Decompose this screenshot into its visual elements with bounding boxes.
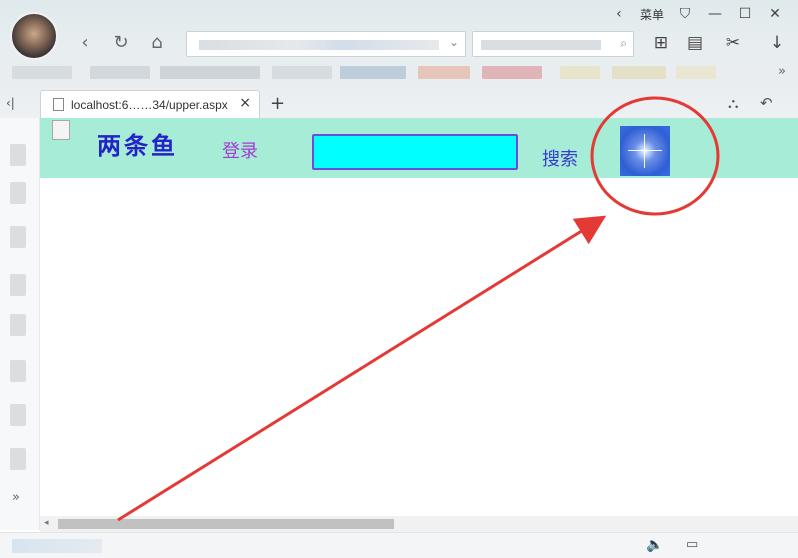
sidebar-item[interactable] [10, 274, 26, 296]
browser-sidebar: » [0, 118, 40, 530]
status-bar: 🔈 ▭ [0, 532, 798, 558]
window-controls: ‹ 菜单 ⛉ — ☐ ✕ [604, 4, 790, 24]
bookmark-item[interactable] [272, 66, 332, 79]
sidebar-item[interactable] [10, 314, 26, 336]
bookmark-item[interactable] [418, 66, 470, 79]
home-icon[interactable]: ⌂ [146, 32, 168, 54]
page-viewport: 两条鱼 登录 搜索 [40, 118, 798, 516]
scrollbar-thumb[interactable] [58, 519, 394, 529]
collapse-sidebar-icon[interactable]: ‹| [6, 96, 15, 110]
status-text-blurred [12, 539, 102, 553]
bookmark-item[interactable] [160, 66, 260, 79]
search-icon[interactable]: ⌕ [620, 36, 627, 51]
tab-active[interactable]: localhost:6……34/upper.aspx × [40, 90, 260, 118]
sparkle-icon [628, 150, 662, 151]
expand-sidebar-icon[interactable]: » [12, 490, 20, 505]
bookmarks-bar: » [0, 62, 798, 84]
sidebar-item[interactable] [10, 448, 26, 470]
address-bar[interactable]: ⌄ [186, 31, 466, 57]
browser-search-bar[interactable]: ⌕ [472, 31, 634, 57]
bookmark-item[interactable] [12, 66, 72, 79]
sidebar-item[interactable] [10, 360, 26, 382]
skin-icon[interactable]: ⛉ [670, 6, 700, 22]
minimize-button[interactable]: — [700, 6, 730, 22]
sidebar-item[interactable] [10, 182, 26, 204]
download-icon[interactable]: ↓ [766, 32, 788, 54]
volume-icon[interactable]: 🔈 [646, 537, 663, 553]
sidebar-item[interactable] [10, 226, 26, 248]
window-icon[interactable]: ▭ [686, 537, 698, 552]
broken-image-icon [52, 120, 70, 140]
menu-button[interactable]: 菜单 [634, 6, 670, 23]
close-button[interactable]: ✕ [760, 6, 790, 22]
bookmark-item[interactable] [676, 66, 716, 79]
back-icon[interactable]: ‹ [74, 32, 96, 54]
maximize-button[interactable]: ☐ [730, 6, 760, 22]
bookmark-item[interactable] [612, 66, 666, 79]
site-header: 两条鱼 登录 搜索 [40, 118, 798, 178]
site-title: 两条鱼 [97, 131, 178, 160]
bookmark-item[interactable] [560, 66, 600, 79]
bookmark-item[interactable] [90, 66, 150, 79]
login-link[interactable]: 登录 [222, 137, 258, 163]
chevron-down-icon[interactable]: ⌄ [449, 35, 459, 49]
search-image-button[interactable] [620, 126, 670, 176]
search-label: 搜索 [542, 149, 578, 170]
bookmark-item[interactable] [482, 66, 542, 79]
scroll-left-arrow[interactable]: ◂ [44, 518, 49, 528]
cut-icon[interactable]: ✂ [722, 32, 744, 54]
tab-label: localhost:6……34/upper.aspx [71, 98, 228, 112]
undo-icon[interactable]: ↶ [760, 94, 773, 112]
refresh-icon[interactable]: ↻ [110, 32, 132, 54]
horizontal-scrollbar[interactable]: ◂ [40, 516, 798, 532]
clean-icon[interactable]: ⛬ [728, 94, 739, 112]
user-avatar[interactable] [10, 12, 58, 60]
new-tab-icon[interactable]: + [270, 93, 285, 114]
bookmark-item[interactable] [340, 66, 406, 79]
sidebar-item[interactable] [10, 144, 26, 166]
more-bookmarks-icon[interactable]: » [778, 64, 786, 79]
tab-close-icon[interactable]: × [239, 95, 251, 111]
sparkle-icon [644, 134, 645, 168]
apps-icon[interactable]: ⊞ [650, 32, 672, 54]
sidebar-item[interactable] [10, 404, 26, 426]
search-text-blurred [481, 40, 601, 50]
reader-icon[interactable]: ▤ [684, 32, 706, 54]
search-input[interactable] [312, 134, 518, 170]
chevron-left-icon[interactable]: ‹ [604, 6, 634, 22]
address-text-blurred [199, 40, 439, 50]
tab-strip: ‹| localhost:6……34/upper.aspx × + ⛬ ↶ [0, 88, 798, 118]
page-icon [53, 98, 64, 111]
